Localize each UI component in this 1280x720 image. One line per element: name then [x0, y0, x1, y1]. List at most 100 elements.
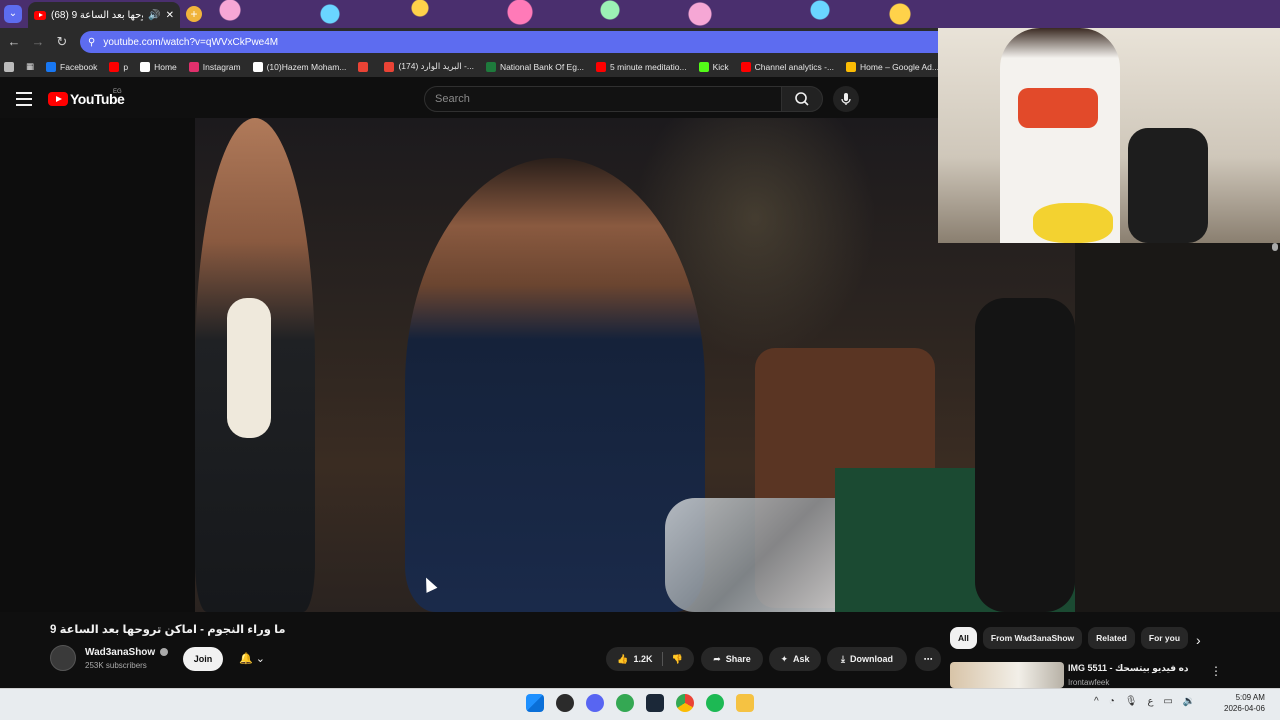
tab-search-icon[interactable]: ⌄ [4, 5, 22, 23]
bookmark-item[interactable] [358, 61, 372, 72]
chrome-icon[interactable] [676, 694, 694, 712]
menu-icon[interactable] [16, 92, 32, 106]
bookmark-item[interactable]: (174) البريد الوارد -... [384, 61, 474, 72]
bookmark-favicon-icon [596, 61, 607, 72]
windows-start-icon[interactable] [526, 694, 544, 712]
join-button[interactable]: Join [183, 647, 223, 671]
more-actions-button[interactable]: ⋯ [915, 647, 941, 671]
site-info-icon[interactable]: ⚲ [88, 37, 95, 48]
video-title: ما وراء النجوم - اماكن تروحها بعد الساعة… [50, 624, 286, 636]
more-vertical-icon[interactable]: ⋮ [1210, 664, 1222, 678]
search-icon [795, 92, 809, 106]
chip-from-channel[interactable]: From Wad3anaShow [982, 627, 1083, 649]
ask-button[interactable]: ✦ Ask [769, 647, 821, 671]
tab-title: (68) ما وراء النجوم - اماكن تروحها بعد ا… [51, 9, 143, 21]
more-horizontal-icon: ⋯ [923, 653, 933, 664]
thumbs-down-icon[interactable]: 👎 [672, 654, 683, 665]
notification-bell-button[interactable]: 🔔 ⌄ [229, 647, 275, 671]
player-side-panel [1075, 243, 1280, 612]
like-button[interactable]: 👍 1.2K [617, 654, 652, 665]
webcam-overlay [938, 28, 1280, 243]
chip-for-you[interactable]: For you [1140, 627, 1189, 649]
bookmark-item[interactable]: National Bank Of Eg... [485, 61, 585, 72]
bookmark-label: Instagram [202, 61, 241, 72]
youtube-logo-icon[interactable] [48, 92, 68, 106]
download-button[interactable]: ⤓ Download [827, 647, 907, 671]
chip-related[interactable]: Related [1088, 627, 1135, 649]
steam-icon[interactable] [646, 694, 664, 712]
bookmark-item[interactable]: Kick [698, 61, 729, 72]
search-button[interactable] [781, 86, 823, 112]
person-right [975, 298, 1075, 612]
bookmark-sidebar-icon[interactable] [4, 61, 14, 72]
scrollbar[interactable] [1272, 243, 1278, 251]
bookmark-item[interactable]: (10)Hazem Moham... [252, 61, 347, 72]
search-input[interactable] [424, 86, 782, 112]
chip-all[interactable]: All [950, 627, 977, 649]
volume-icon[interactable]: 🔉 [1183, 696, 1195, 707]
tab-close-icon[interactable]: ✕ [166, 10, 174, 21]
bookmark-favicon-icon [188, 61, 199, 72]
chair [1128, 128, 1208, 243]
microphone-tray-icon[interactable]: 🎙 [1125, 696, 1138, 707]
bookmark-label: (10)Hazem Moham... [266, 61, 347, 72]
obs-icon[interactable] [556, 694, 574, 712]
spotify-icon[interactable] [706, 694, 724, 712]
bookmark-item[interactable]: 5 minute meditatio... [596, 61, 687, 72]
browser-tab[interactable]: (68) ما وراء النجوم - اماكن تروحها بعد ا… [28, 2, 180, 28]
person-left-shirt [227, 298, 271, 438]
apps-grid-icon[interactable]: ▦ [26, 61, 34, 72]
bookmarks-bar: ▦ Facebook p Home Instagram (10)Hazem Moham.… [0, 56, 938, 77]
ask-label: Ask [793, 654, 810, 664]
bookmark-item[interactable]: Home [140, 61, 177, 72]
bookmark-item[interactable]: Instagram [188, 61, 241, 72]
share-label: Share [725, 654, 751, 664]
bookmark-label: Channel analytics -... [754, 61, 835, 72]
sparkle-icon: ✦ [780, 653, 789, 664]
bookmark-favicon-icon [109, 61, 120, 72]
channel-avatar[interactable] [50, 645, 76, 671]
reload-icon[interactable]: ↻ [52, 32, 72, 52]
network-icon[interactable]: ◔ [1109, 696, 1115, 707]
bookmark-label: Kick [712, 61, 729, 72]
browser-app-icon[interactable] [616, 694, 634, 712]
bookmark-label: (174) البريد الوارد -... [398, 61, 474, 71]
like-divider [661, 652, 663, 666]
bookmark-item[interactable]: Facebook [46, 61, 98, 72]
food-bowl [1033, 203, 1113, 243]
voice-search-button[interactable] [833, 86, 859, 112]
bookmark-item[interactable]: Home – Google Ad... [846, 61, 938, 72]
recommendation-title[interactable]: IMG 5511 - ده فيديو بيتسحك [1068, 663, 1189, 674]
file-explorer-icon[interactable] [736, 694, 754, 712]
bookmark-item[interactable]: Channel analytics -... [740, 61, 835, 72]
bell-icon: 🔔 [239, 653, 253, 665]
channel-name[interactable]: Wad3anaShow [85, 647, 155, 658]
bookmark-label: Facebook [60, 61, 98, 72]
bookmark-label: National Bank Of Eg... [499, 61, 585, 72]
address-bar[interactable]: ⚲ youtube.com/watch?v=qWVxCkPwe4M [80, 31, 938, 53]
bookmark-favicon-icon [384, 61, 395, 72]
discord-icon[interactable] [586, 694, 604, 712]
bookmark-favicon-icon [46, 61, 57, 72]
recommendation-thumbnail[interactable] [950, 662, 1064, 688]
forward-arrow-icon[interactable]: → [28, 32, 48, 52]
back-arrow-icon[interactable]: ← [4, 32, 24, 52]
speaker-icon[interactable]: 🔊 [148, 10, 160, 21]
chevron-right-icon[interactable]: › [1196, 632, 1201, 648]
bookmark-item[interactable]: p [109, 61, 129, 72]
display-icon[interactable]: ▭ [1163, 696, 1172, 707]
system-tray: ^ ◔ 🎙 ع ▭ 🔉 [1094, 696, 1195, 707]
verified-badge-icon [160, 648, 168, 656]
share-button[interactable]: ➦ Share [701, 647, 763, 671]
subscriber-count: 253K subscribers [85, 661, 147, 670]
clock-date: 2026-04-06 [1224, 704, 1265, 713]
chevron-up-icon[interactable]: ^ [1094, 696, 1099, 707]
input-language[interactable]: ع [1147, 696, 1153, 707]
bookmark-favicon-icon [252, 61, 263, 72]
new-tab-button[interactable]: + [186, 6, 202, 22]
bookmark-label: p [123, 61, 129, 72]
shirt-logo [1018, 88, 1098, 128]
bookmark-label: 5 minute meditatio... [610, 61, 687, 72]
taskbar-clock[interactable]: 5:09 AM 2026-04-06 [1224, 692, 1265, 714]
recommendation-channel[interactable]: Irontawfeek [1068, 678, 1109, 687]
